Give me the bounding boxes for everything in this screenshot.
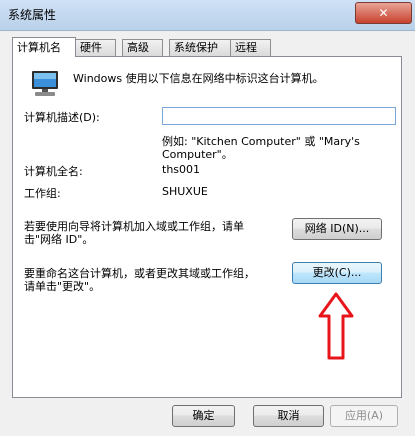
red-up-arrow-icon (318, 292, 354, 360)
workgroup-label: 工作组: (24, 187, 61, 200)
change-button[interactable]: 更改(C)... (292, 262, 382, 284)
computer-icon (32, 71, 58, 96)
tab-computer-name[interactable]: 计算机名 (12, 37, 76, 57)
tab-hardware[interactable]: 硬件 (75, 39, 116, 56)
apply-button[interactable]: 应用(A) (330, 405, 398, 427)
network-id-text-line2: 击"网络 ID"。 (24, 233, 94, 246)
workgroup-value: SHUXUE (162, 185, 208, 198)
ok-button[interactable]: 确定 (172, 405, 235, 427)
intro-text: Windows 使用以下信息在网络中标识这台计算机。 (73, 72, 324, 85)
description-input[interactable] (162, 107, 396, 125)
full-name-value: ths001 (162, 163, 201, 176)
window-title: 系统属性 (8, 8, 57, 22)
title-bar: 系统属性 ✕ (0, 0, 415, 31)
tab-remote[interactable]: 远程 (230, 39, 271, 56)
cancel-button[interactable]: 取消 (253, 405, 324, 427)
tab-advanced[interactable]: 高级 (122, 39, 163, 56)
full-name-label: 计算机全名: (24, 165, 83, 178)
tab-system-protection[interactable]: 系统保护 (169, 39, 233, 56)
rename-text-line2: 请单击"更改"。 (24, 280, 101, 293)
example-text-line2: Computer"。 (162, 148, 233, 161)
close-button[interactable]: ✕ (355, 2, 412, 24)
network-id-button[interactable]: 网络 ID(N)... (292, 218, 382, 240)
description-label: 计算机描述(D): (24, 111, 100, 124)
